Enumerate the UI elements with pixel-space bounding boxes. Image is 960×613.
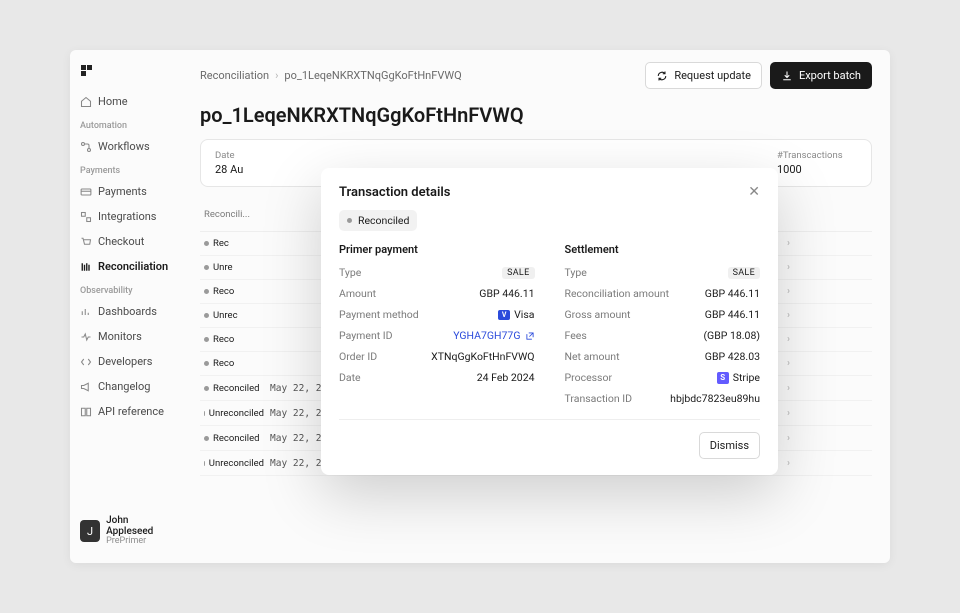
sidebar-item-label: Dashboards <box>98 305 157 318</box>
monitors-icon <box>80 331 92 343</box>
avatar: J <box>80 520 100 542</box>
close-icon[interactable]: ✕ <box>748 184 760 200</box>
button-label: Request update <box>674 69 751 82</box>
user-block[interactable]: J John Appleseed PrePrimer <box>76 509 176 553</box>
sidebar-item-label: Changelog <box>98 380 150 393</box>
sidebar-item-dashboards[interactable]: Dashboards <box>76 300 176 323</box>
modal-title: Transaction details <box>339 185 450 200</box>
request-update-button[interactable]: Request update <box>645 62 762 89</box>
code-icon <box>80 356 92 368</box>
stripe-icon: S <box>717 372 729 384</box>
breadcrumb-current: po_1LeqeNKRXTNqGgKoFtHnFVWQ <box>284 69 461 82</box>
checkout-icon <box>80 236 92 248</box>
reconciliation-icon <box>80 261 92 273</box>
refresh-icon <box>656 70 668 82</box>
row-status: Reconciled <box>204 433 264 444</box>
chevron-right-icon: › <box>787 310 801 321</box>
primer-heading: Primer payment <box>339 243 535 256</box>
page-title: po_1LeqeNKRXTNqGgKoFtHnFVWQ <box>200 103 872 127</box>
row-status: Unrec <box>204 310 264 321</box>
row-status: Unreconciled <box>204 408 264 419</box>
integrations-icon <box>80 211 92 223</box>
chevron-right-icon: › <box>787 358 801 369</box>
chevron-right-icon: › <box>787 262 801 273</box>
download-icon <box>781 70 793 82</box>
button-label: Export batch <box>799 69 861 82</box>
sidebar-item-label: Monitors <box>98 330 142 343</box>
chevron-right-icon: › <box>787 286 801 297</box>
status-badge: Reconciled <box>339 210 417 231</box>
sidebar-item-integrations[interactable]: Integrations <box>76 205 176 228</box>
breadcrumb-root[interactable]: Reconciliation <box>200 69 269 82</box>
user-name: John Appleseed <box>106 515 172 537</box>
sidebar-item-changelog[interactable]: Changelog <box>76 375 176 398</box>
sidebar-item-label: Checkout <box>98 235 144 248</box>
chevron-right-icon: › <box>787 408 801 419</box>
sidebar-item-workflows[interactable]: Workflows <box>76 135 176 158</box>
logo <box>80 64 94 78</box>
chevron-right-icon: › <box>787 238 801 249</box>
workflows-icon <box>80 141 92 153</box>
summary-date-label: Date <box>215 150 295 161</box>
sidebar-group-observability: Observability <box>76 280 176 298</box>
chevron-right-icon: › <box>275 69 278 82</box>
sidebar-item-payments[interactable]: Payments <box>76 180 176 203</box>
sidebar-item-label: Developers <box>98 355 152 368</box>
sidebar-item-monitors[interactable]: Monitors <box>76 325 176 348</box>
primer-payment-column: Primer payment TypeSALE AmountGBP 446.11… <box>339 243 535 405</box>
sidebar-group-payments: Payments <box>76 160 176 178</box>
sidebar-item-reconciliation[interactable]: Reconciliation <box>76 255 176 278</box>
summary-transactions-value: 1000 <box>777 163 857 176</box>
col-status: Reconcili... <box>204 209 264 220</box>
sidebar-item-label: Integrations <box>98 210 156 223</box>
row-status: Unreconciled <box>204 458 264 469</box>
chevron-right-icon: › <box>787 334 801 345</box>
sidebar-item-label: Reconciliation <box>98 260 168 273</box>
row-status: Reconciled <box>204 383 264 394</box>
megaphone-icon <box>80 381 92 393</box>
status-text: Reconciled <box>358 214 409 227</box>
export-batch-button[interactable]: Export batch <box>770 62 872 89</box>
sidebar-item-label: Home <box>98 95 128 108</box>
visa-icon: V <box>498 310 510 320</box>
home-icon <box>80 96 92 108</box>
row-status: Reco <box>204 358 264 369</box>
sidebar-item-label: Workflows <box>98 140 150 153</box>
sale-pill: SALE <box>728 267 760 279</box>
row-status: Rec <box>204 238 264 249</box>
settlement-heading: Settlement <box>565 243 761 256</box>
transaction-details-modal: Transaction details ✕ Reconciled Primer … <box>321 168 778 475</box>
settlement-column: Settlement TypeSALE Reconciliation amoun… <box>565 243 761 405</box>
button-label: Dismiss <box>710 439 749 452</box>
dashboards-icon <box>80 306 92 318</box>
sidebar-item-label: Payments <box>98 185 147 198</box>
summary-date-value: 28 Au <box>215 163 295 176</box>
sidebar-item-checkout[interactable]: Checkout <box>76 230 176 253</box>
payment-id-link[interactable]: YGHA7GH77G <box>453 329 534 342</box>
card-icon <box>80 186 92 198</box>
chevron-right-icon: › <box>787 433 801 444</box>
row-status: Reco <box>204 286 264 297</box>
sidebar-group-automation: Automation <box>76 115 176 133</box>
row-status: Reco <box>204 334 264 345</box>
row-status: Unre <box>204 262 264 273</box>
summary-transactions-label: #Transcactions <box>777 150 857 161</box>
sidebar: Home Automation Workflows Payments Payme… <box>70 50 182 563</box>
external-link-icon <box>525 331 535 341</box>
sidebar-item-home[interactable]: Home <box>76 90 176 113</box>
chevron-right-icon: › <box>787 383 801 394</box>
sale-pill: SALE <box>502 267 534 279</box>
breadcrumb: Reconciliation › po_1LeqeNKRXTNqGgKoFtHn… <box>200 69 462 82</box>
sidebar-item-label: API reference <box>98 405 164 418</box>
sidebar-item-api-reference[interactable]: API reference <box>76 400 176 423</box>
book-icon <box>80 406 92 418</box>
dismiss-button[interactable]: Dismiss <box>699 432 760 459</box>
user-org: PrePrimer <box>106 537 172 547</box>
sidebar-item-developers[interactable]: Developers <box>76 350 176 373</box>
chevron-right-icon: › <box>787 458 801 469</box>
